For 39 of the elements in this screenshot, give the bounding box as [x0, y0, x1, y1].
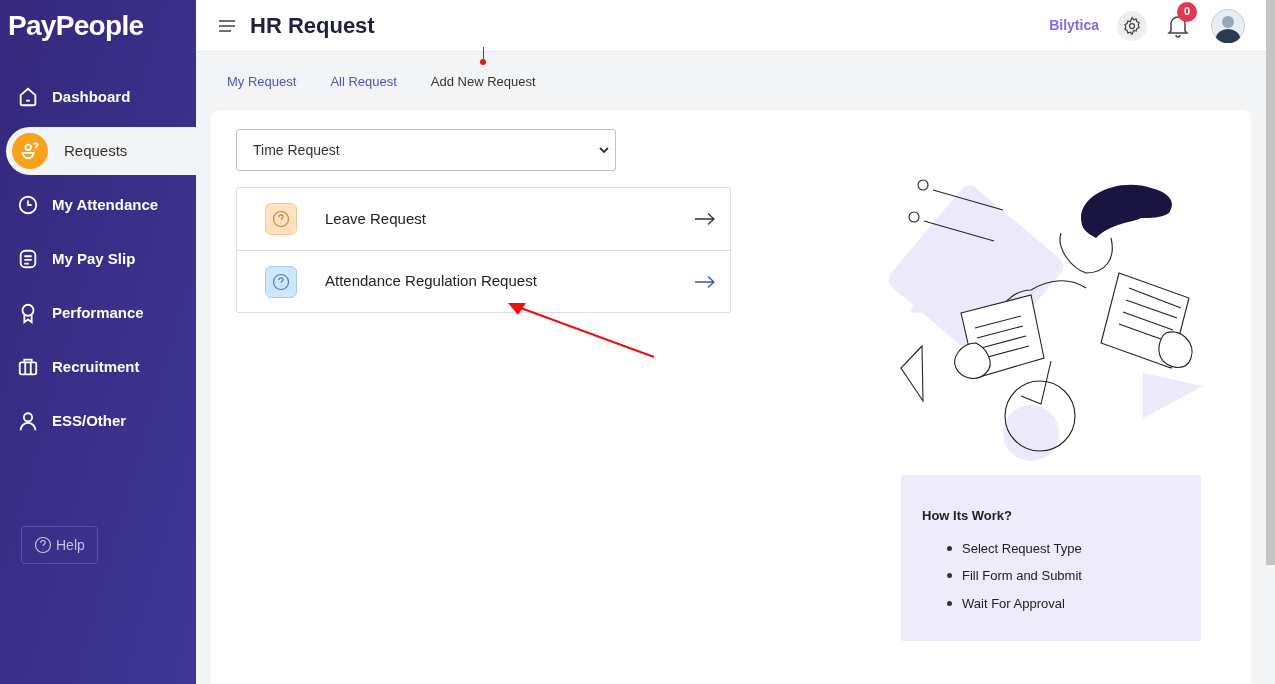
step-item: Wait For Approval: [947, 593, 1201, 613]
tab[interactable]: Add New Request: [430, 72, 536, 92]
menu-icon[interactable]: [218, 19, 236, 32]
scrollbar[interactable]: [1266, 0, 1275, 565]
notification-count: 0: [1177, 1, 1197, 22]
logo: PayPeople: [8, 9, 144, 43]
home-icon: [17, 86, 39, 108]
person-question-icon: [12, 133, 48, 169]
request-option[interactable]: Leave Request: [237, 188, 730, 250]
company-name[interactable]: Bilytica: [1049, 15, 1099, 36]
tab[interactable]: All Request: [330, 72, 397, 92]
arrow-right-icon: [695, 213, 715, 225]
sidebar-item[interactable]: Dashboard: [0, 70, 196, 124]
page-title: HR Request: [250, 12, 375, 40]
sidebar-item[interactable]: ESS/Other: [0, 394, 196, 448]
avatar-icon[interactable]: [1211, 8, 1245, 43]
arrow-right-icon: [695, 275, 715, 288]
tab[interactable]: My Request: [227, 72, 297, 92]
clock-icon: [17, 194, 39, 216]
step-item: Fill Form and Submit: [947, 566, 1201, 586]
sidebar-item[interactable]: Requests: [6, 127, 196, 175]
document-icon: [17, 248, 39, 270]
help-icon: [34, 536, 52, 554]
info-title: How Its Work?: [922, 507, 1014, 525]
request-option[interactable]: Attendance Regulation Request: [237, 250, 730, 312]
sidebar-item[interactable]: Recruitment: [0, 340, 196, 394]
sidebar-item[interactable]: Performance: [0, 286, 196, 340]
request-type-select[interactable]: Time Request: [236, 129, 616, 171]
sidebar-item[interactable]: My Pay Slip: [0, 232, 196, 286]
sidebar-item[interactable]: My Attendance: [0, 178, 196, 232]
dropdown-caret-icon: [599, 146, 609, 154]
step-item: Select Request Type: [947, 538, 1201, 558]
question-icon: [265, 265, 297, 298]
user-icon: [17, 410, 39, 432]
question-icon: [265, 203, 297, 235]
active-tab-marker: [480, 47, 487, 65]
help-button[interactable]: Help: [21, 526, 98, 564]
briefcase-icon: [17, 356, 39, 378]
settings-icon[interactable]: [1117, 10, 1147, 41]
